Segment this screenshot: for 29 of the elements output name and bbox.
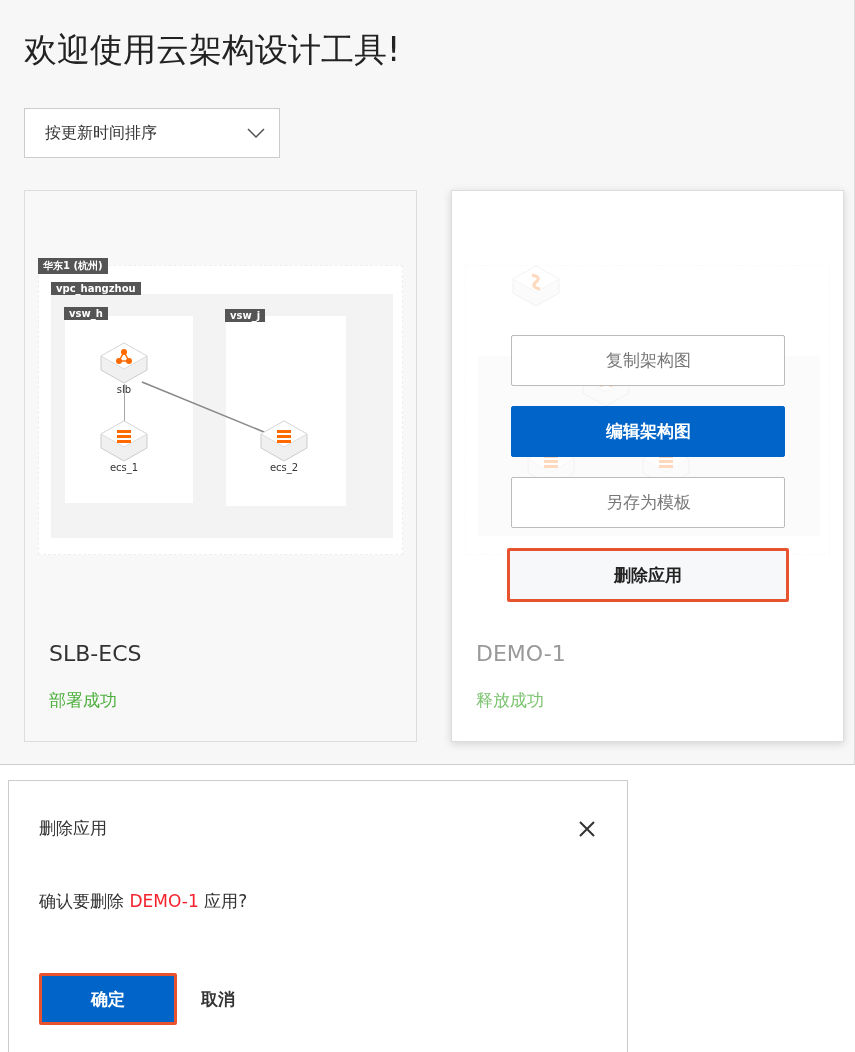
node-label: slb — [116, 384, 132, 395]
page-title: 欢迎使用云架构设计工具! — [24, 29, 402, 71]
card-action-button[interactable]: 删除应用 — [507, 548, 789, 602]
app-card[interactable]: vsw_h vsw_j 华东1 (杭州) vpc_hangzhou slb ecs_1 ecs_2 SLB-ECS 部署成功 — [24, 190, 417, 742]
app-name: SLB-ECS — [48, 641, 143, 668]
node-label: ecs_1 — [109, 462, 139, 473]
close-icon — [577, 818, 597, 839]
card-action-button[interactable]: 编辑架构图 — [511, 406, 785, 457]
vswitch-tag: vsw_j — [225, 309, 266, 322]
confirm-button[interactable]: 确定 — [39, 973, 177, 1025]
app-status: 部署成功 — [48, 689, 118, 712]
card-action-button[interactable]: 复制架构图 — [511, 335, 785, 386]
cancel-button[interactable]: 取消 — [201, 987, 235, 1011]
card-action-button[interactable]: 另存为模板 — [511, 477, 785, 528]
vswitch-tag: vsw_h — [64, 307, 108, 320]
network-node-icon — [100, 342, 148, 384]
node-label: ecs_2 — [269, 462, 299, 473]
app-name: DEMO-1 — [475, 641, 567, 668]
close-button[interactable] — [577, 818, 597, 839]
dialog-title: 删除应用 — [39, 817, 107, 840]
server-node-icon — [260, 420, 308, 462]
sort-dropdown[interactable]: 按更新时间排序 — [24, 108, 280, 158]
chevron-down-icon — [247, 128, 265, 138]
dialog-message: 确认要删除 DEMO-1 应用? — [39, 890, 249, 913]
app-status: 释放成功 — [475, 689, 545, 712]
vpc-tag: vpc_hangzhou — [51, 282, 141, 295]
region-tag: 华东1 (杭州) — [38, 258, 108, 274]
server-node-icon — [100, 420, 148, 462]
app-card[interactable]: DEMO-1 释放成功 复制架构图 编辑架构图 另存为模板 删除应用 — [451, 190, 844, 742]
